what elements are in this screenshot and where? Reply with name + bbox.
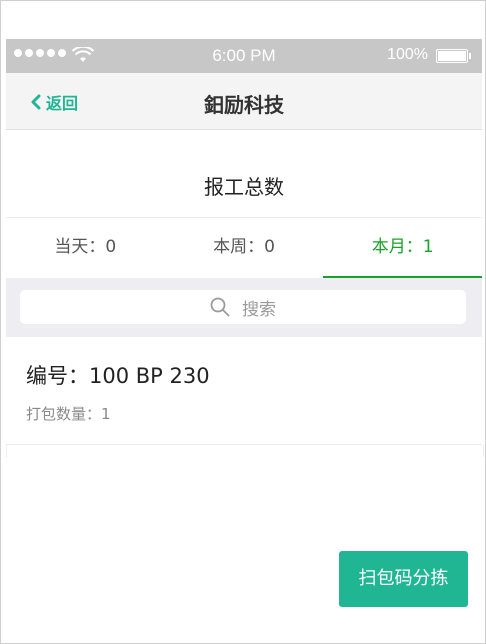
tab-week[interactable]: 本周：0 — [165, 218, 324, 278]
battery-percent: 100% — [387, 46, 428, 63]
status-bar: 6:00 PM 100% — [6, 39, 482, 73]
list-item[interactable]: 编号：100 BP 230 打包数量：1 — [6, 338, 482, 445]
count-tabs: 当天：0 本周：0 本月：1 — [6, 217, 482, 278]
list-divider — [6, 445, 484, 457]
navigation-bar: 返回 鈤励科技 — [6, 73, 482, 130]
item-quantity: 打包数量：1 — [26, 405, 111, 423]
search-bar: 搜索 — [6, 278, 482, 337]
search-icon — [210, 297, 230, 317]
search-input[interactable]: 搜索 — [20, 290, 466, 324]
phone-frame: 6:00 PM 100% 返回 鈤励科技 报工总数 当天：0 本周：0 本月：1… — [0, 0, 486, 644]
item-code: 编号：100 BP 230 — [26, 364, 210, 388]
page-title: 鈤励科技 — [204, 93, 284, 117]
tab-month[interactable]: 本月：1 — [323, 218, 482, 278]
battery-icon — [436, 49, 471, 63]
scan-sort-button[interactable]: 扫包码分拣 — [339, 551, 468, 607]
tab-today[interactable]: 当天：0 — [6, 218, 165, 278]
search-placeholder: 搜索 — [242, 299, 276, 320]
summary-title: 报工总数 — [204, 175, 284, 199]
